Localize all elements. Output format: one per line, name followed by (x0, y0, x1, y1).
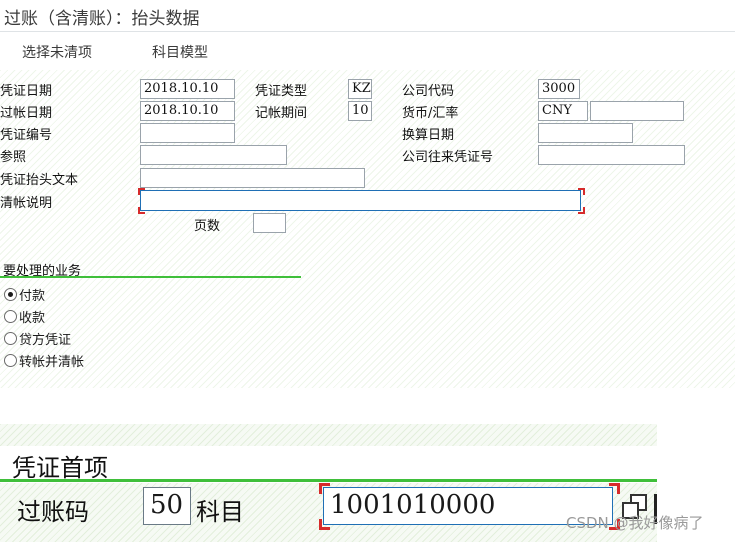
currency-field[interactable]: CNY (538, 101, 588, 121)
clearing-text-label: 清帐说明 (0, 196, 53, 211)
reference-label: 参照 (0, 150, 27, 165)
posting-key-field[interactable]: 50 (143, 487, 191, 525)
company-code-label: 公司代码 (402, 84, 455, 99)
focus-corner (578, 188, 585, 195)
watermark-text: CSDN @我好像病了 (566, 514, 704, 532)
exchange-rate-field[interactable] (590, 101, 684, 121)
select-open-items-button[interactable]: 选择未清项 (22, 42, 92, 62)
focus-corner (578, 207, 585, 214)
translation-date-field[interactable] (538, 123, 633, 143)
radio-label: 转帐并清帐 (19, 355, 85, 370)
intercompany-number-field[interactable] (538, 145, 685, 165)
radio-payment[interactable]: 付款 (4, 284, 45, 304)
radio-label: 贷方凭证 (19, 333, 72, 348)
account-label: 科目 (196, 498, 244, 526)
period-label: 记帐期间 (255, 106, 308, 121)
document-number-field[interactable] (140, 123, 235, 143)
posting-date-label: 过帐日期 (0, 106, 53, 121)
focus-corner (609, 483, 620, 494)
radio-label: 收款 (19, 311, 46, 326)
radio-icon[interactable] (4, 354, 17, 367)
page-field[interactable] (253, 213, 286, 233)
focus-corner (319, 519, 330, 530)
group-divider (0, 276, 301, 278)
posting-key-label: 过账码 (17, 498, 89, 526)
first-item-divider (0, 479, 657, 482)
first-item-title: 凭证首项 (12, 454, 108, 482)
document-date-field[interactable]: 2018.10.10 (140, 79, 235, 99)
document-date-label: 凭证日期 (0, 84, 53, 99)
transaction-group: 要处理的业务 付款 收款 贷方凭证 转帐并清帐 (0, 258, 303, 388)
radio-icon[interactable] (4, 332, 17, 345)
header-text-label: 凭证抬头文本 (0, 173, 79, 188)
title-divider (0, 31, 735, 32)
radio-icon[interactable] (4, 310, 17, 323)
account-model-button[interactable]: 科目模型 (152, 42, 208, 62)
radio-label: 付款 (19, 289, 46, 304)
clearing-text-field[interactable] (140, 190, 581, 211)
focus-corner (138, 207, 145, 214)
radio-transfer-clearing[interactable]: 转帐并清帐 (4, 350, 84, 370)
page-label: 页数 (194, 219, 221, 234)
focus-corner (319, 483, 330, 494)
document-type-label: 凭证类型 (255, 84, 308, 99)
focus-corner (138, 188, 145, 195)
currency-rate-label: 货币/汇率 (402, 106, 459, 121)
company-code-field[interactable]: 3000 (538, 79, 580, 99)
radio-selected-icon[interactable] (4, 288, 17, 301)
posting-date-field[interactable]: 2018.10.10 (140, 101, 235, 121)
window-title: 过账（含清账）：抬头数据 (4, 9, 200, 29)
document-type-field[interactable]: KZ (348, 79, 372, 99)
intercompany-number-label: 公司往来凭证号 (402, 150, 494, 165)
first-item-header-band (0, 424, 657, 446)
header-text-field[interactable] (140, 168, 365, 188)
radio-receipt[interactable]: 收款 (4, 306, 45, 326)
period-field[interactable]: 10 (348, 101, 372, 121)
document-number-label: 凭证编号 (0, 128, 53, 143)
translation-date-label: 换算日期 (402, 128, 455, 143)
reference-field[interactable] (140, 145, 287, 165)
radio-credit-memo[interactable]: 贷方凭证 (4, 328, 71, 348)
